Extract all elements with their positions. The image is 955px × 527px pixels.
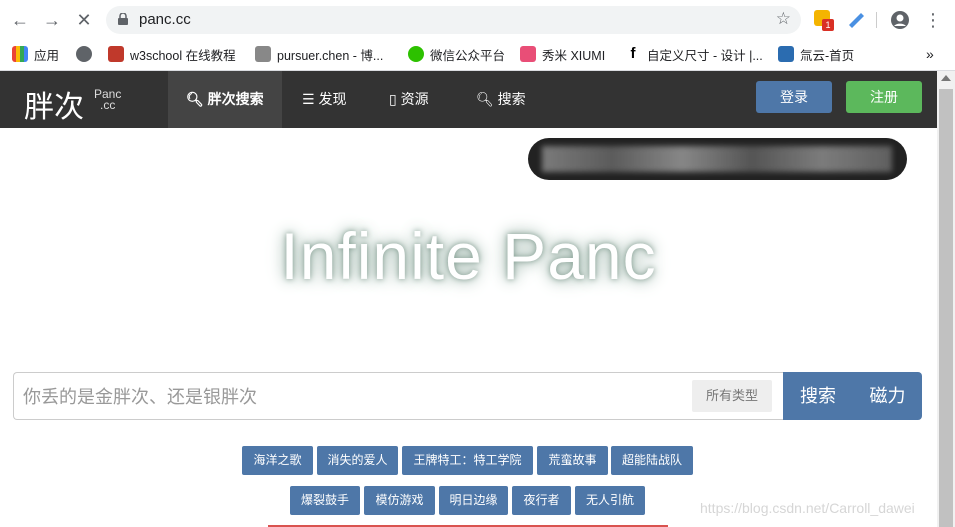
pen-extension-icon[interactable]	[846, 10, 866, 30]
profile-icon[interactable]	[890, 10, 910, 30]
search-input[interactable]	[21, 373, 685, 421]
bookmark-label: 微信公众平台	[430, 48, 506, 63]
nav-search[interactable]: 🔍︎ 搜索	[458, 71, 544, 128]
w3school-icon	[108, 46, 124, 62]
hot-tag[interactable]: 王牌特工：特工学院	[402, 446, 533, 475]
logo-sub-line: .cc	[100, 98, 116, 112]
hot-tag[interactable]: 夜行者	[512, 486, 571, 515]
page-scrollbar[interactable]	[937, 71, 955, 527]
search-button[interactable]: 搜索	[783, 372, 853, 420]
hot-tag[interactable]: 模仿游戏	[364, 486, 435, 515]
badge-count: 1	[822, 19, 834, 31]
hot-tag[interactable]: 荒蛮故事	[537, 446, 608, 475]
magnet-button[interactable]: 磁力	[853, 372, 922, 420]
bookmark-custom-size[interactable]: f 自定义尺寸 - 设计 |...	[625, 45, 763, 63]
address-bar[interactable]: panc.cc ☆	[106, 6, 801, 34]
bookmark-label: 秀米 XIUMI	[542, 48, 606, 63]
bookmarks-bar: 应用 w3school 在线教程 pursuer.chen - 博... 微信公…	[0, 38, 955, 71]
bookmark-pursuer[interactable]: pursuer.chen - 博...	[255, 45, 383, 63]
search-box: 所有类型	[13, 372, 783, 421]
nav-label: 搜索	[497, 91, 526, 107]
search-icon: 🔍︎	[476, 91, 494, 107]
logo-subtitle: Panc .cc	[94, 88, 121, 112]
xiumi-icon	[520, 46, 536, 62]
browser-toolbar: ← → ✕ panc.cc ☆ 1 ⋮	[0, 0, 955, 38]
bookmark-label: 应用	[34, 48, 60, 63]
bookmark-label: pursuer.chen - 博...	[277, 48, 384, 63]
search-icon: 🔍︎	[186, 91, 204, 107]
chuanyun-icon	[778, 46, 794, 62]
nav-label: 胖次搜索	[207, 91, 264, 107]
hot-tag[interactable]: 海洋之歌	[242, 446, 313, 475]
watermark: https://blog.csdn.net/Carroll_dawei	[700, 500, 915, 516]
list-icon: ☰	[302, 91, 315, 107]
lock-icon	[118, 13, 128, 25]
scroll-up-arrow-icon[interactable]	[941, 75, 951, 81]
site-logo[interactable]: 胖次	[24, 82, 84, 126]
hot-tag[interactable]: 明日边缘	[439, 486, 508, 515]
hot-tag[interactable]: 超能陆战队	[611, 446, 693, 475]
login-button[interactable]: 登录	[756, 81, 832, 113]
hot-tag[interactable]: 消失的爱人	[317, 446, 398, 475]
hot-tag[interactable]: 爆裂鼓手	[290, 486, 360, 515]
f-icon: f	[630, 45, 636, 62]
bookmark-apps[interactable]: 应用	[12, 45, 59, 63]
menu-icon[interactable]: ⋮	[922, 9, 944, 31]
bookmark-globe[interactable]	[76, 45, 98, 63]
bookmark-chuanyun[interactable]: 氚云-首页	[778, 45, 854, 63]
nav-panc-search[interactable]: 🔍︎ 胖次搜索	[168, 71, 282, 128]
back-arrow-icon[interactable]: ←	[9, 9, 31, 31]
bookmark-xiumi[interactable]: 秀米 XIUMI	[520, 45, 605, 63]
nav-resources[interactable]: ▯ 资源	[371, 71, 447, 128]
nav-discover[interactable]: ☰ 发现	[284, 71, 364, 128]
bookmark-w3school[interactable]: w3school 在线教程	[108, 45, 236, 63]
more-bookmarks-button[interactable]: »	[926, 45, 934, 63]
book-icon: ▯	[389, 91, 397, 107]
bookmark-wechat[interactable]: 微信公众平台	[408, 45, 505, 63]
bookmark-label: w3school 在线教程	[130, 48, 236, 63]
blurred-content	[542, 146, 892, 172]
nav-label: 资源	[400, 91, 429, 107]
url-text: panc.cc	[139, 11, 191, 28]
wechat-icon	[408, 46, 424, 62]
type-select[interactable]: 所有类型	[692, 380, 772, 412]
star-icon[interactable]: ☆	[776, 9, 791, 29]
apps-grid-icon	[12, 46, 28, 62]
forward-arrow-icon[interactable]: →	[41, 9, 63, 31]
pursuer-icon	[255, 46, 271, 62]
extension-icon[interactable]: 1	[814, 10, 834, 31]
hero-title: Infinite Panc	[280, 219, 657, 293]
site-header: 胖次 Panc .cc 🔍︎ 胖次搜索 ☰ 发现 ▯ 资源 🔍︎ 搜索 登录 注…	[0, 71, 937, 128]
register-button[interactable]: 注册	[846, 81, 922, 113]
scroll-thumb[interactable]	[939, 89, 953, 527]
stop-loading-icon[interactable]: ✕	[73, 9, 95, 31]
bookmark-label: 自定义尺寸 - 设计 |...	[647, 48, 763, 63]
globe-icon	[76, 46, 92, 62]
toolbar-divider	[876, 12, 877, 28]
bookmark-label: 氚云-首页	[800, 48, 855, 63]
hot-tag[interactable]: 无人引航	[575, 486, 645, 515]
blurred-notice	[528, 138, 907, 180]
nav-label: 发现	[318, 91, 347, 107]
